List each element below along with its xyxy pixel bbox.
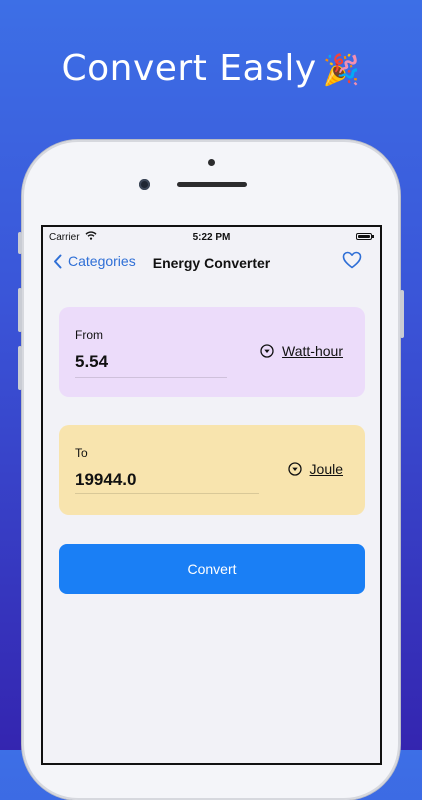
to-card: To 19944.0 Joule — [59, 425, 365, 515]
status-time: 5:22 PM — [192, 232, 231, 243]
headline-text: Convert Easly — [61, 48, 317, 89]
to-value-field[interactable]: 19944.0 — [75, 470, 136, 490]
navigation-bar: Categories Energy Converter — [43, 251, 380, 277]
page-title: Energy Converter — [152, 255, 271, 271]
phone-speaker — [177, 182, 247, 187]
phone-volume-up-button — [18, 288, 22, 332]
to-input-underline — [75, 493, 259, 494]
favorite-button[interactable] — [342, 251, 362, 274]
phone-power-button — [400, 290, 404, 338]
heart-icon — [342, 251, 362, 269]
from-unit-selector[interactable]: Watt-hour — [260, 343, 343, 359]
to-label: To — [75, 446, 88, 460]
phone-sensor — [208, 159, 215, 166]
from-card: From 5.54 Watt-hour — [59, 307, 365, 397]
to-unit-label: Joule — [309, 461, 343, 477]
status-bar: Carrier 5:22 PM — [43, 227, 380, 247]
from-label: From — [75, 328, 103, 342]
dropdown-circle-icon — [260, 344, 274, 358]
phone-camera — [139, 179, 150, 190]
party-popper-icon: 🎉 — [322, 53, 361, 88]
battery-icon — [356, 233, 374, 240]
convert-button[interactable]: Convert — [59, 544, 365, 594]
to-unit-selector[interactable]: Joule — [287, 461, 343, 477]
phone-volume-down-button — [18, 346, 22, 390]
from-value-input[interactable]: 5.54 — [75, 352, 108, 372]
phone-side-button — [18, 232, 22, 254]
from-unit-label: Watt-hour — [282, 343, 343, 359]
app-screen: Carrier 5:22 PM Categories Energy Conver… — [41, 225, 382, 765]
from-input-underline — [75, 377, 227, 378]
promo-headline: Convert Easly 🎉 — [0, 48, 422, 89]
dropdown-circle-icon — [287, 462, 302, 476]
